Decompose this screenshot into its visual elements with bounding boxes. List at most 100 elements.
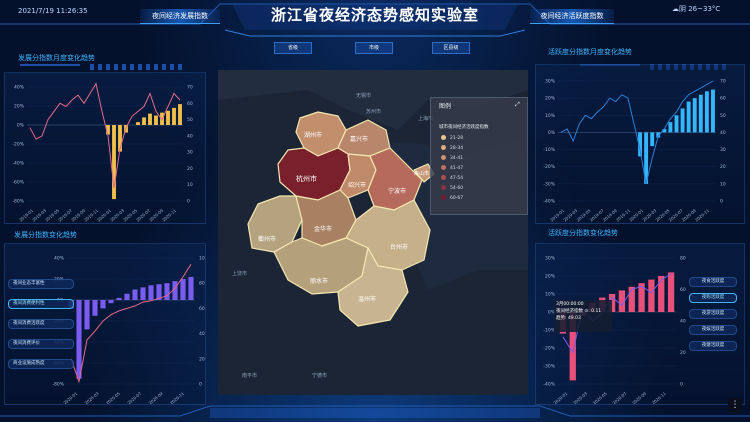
- y-tick-label: 40%: [14, 85, 25, 91]
- bar: [704, 91, 709, 133]
- legend-item: 47-54: [441, 175, 463, 182]
- y-tick-label: -40%: [543, 199, 555, 205]
- city-wenzhou[interactable]: 温州市: [358, 294, 376, 303]
- y2-tick-label: 70: [720, 79, 726, 85]
- bar: [178, 104, 182, 125]
- bar: [180, 279, 186, 300]
- bar: [628, 286, 635, 312]
- city-ningbo[interactable]: 宁波市: [388, 186, 406, 195]
- map-legend: 图例 ⤢ 城市夜间经济活跃度指数 21-28 28-34 34-41 41-47…: [430, 97, 528, 215]
- btn-consumption-activity[interactable]: 夜间消费活跃度: [8, 319, 74, 329]
- subtab-province[interactable]: 省级: [274, 42, 312, 54]
- btn-nightlife-richness[interactable]: 夜间业态丰富性: [8, 279, 74, 289]
- legend-dot-icon: [441, 165, 446, 170]
- y-tick-label: -20%: [12, 142, 24, 148]
- y-tick-label: 0%: [17, 123, 25, 129]
- bar: [84, 300, 90, 330]
- y2-tick-label: 60: [680, 287, 686, 293]
- city-lishui[interactable]: 丽水市: [310, 276, 328, 285]
- datetime: 2021/7/19 11:26:35: [18, 7, 88, 15]
- city-huzhou[interactable]: 湖州市: [304, 130, 322, 139]
- y-tick-label: -20%: [543, 346, 555, 352]
- legend-dot-icon: [441, 175, 446, 180]
- weather: ☁阴 26~33°C: [672, 4, 720, 14]
- bar: [100, 300, 106, 309]
- bar: [166, 110, 170, 125]
- y2-tick-label: 0: [187, 199, 190, 205]
- y2-tick-label: 20: [199, 356, 205, 362]
- bar: [668, 122, 673, 133]
- y-tick-label: -80%: [52, 382, 64, 388]
- bottom-decoration: [0, 405, 750, 418]
- chart-tr: 30% 20% 10% 0% -10% -20% -30% -40% 70 60 50 40 30 20 1…: [543, 79, 726, 223]
- panel-title-tr: 活跃度分指数月度变化趋势: [548, 48, 632, 56]
- x-tick-label: 2020-11: [161, 208, 177, 223]
- y-tick-label: 20%: [545, 274, 556, 280]
- y2-tick-label: 50: [187, 117, 193, 123]
- legend-subtitle: 城市夜间经济活跃度指数: [439, 125, 489, 130]
- legend-item: 60-67: [441, 195, 463, 202]
- city-taizhou[interactable]: 台州市: [390, 242, 408, 251]
- label-nanping: 南平市: [242, 373, 258, 379]
- btn-shopping-activity[interactable]: 夜购活跃度: [689, 293, 737, 303]
- y-tick-label: -10%: [543, 147, 555, 153]
- city-zhoushan[interactable]: 舟山市: [414, 170, 429, 177]
- label-shangrao: 上饶市: [232, 271, 248, 277]
- y2-tick-label: 40: [680, 319, 686, 325]
- y2-tick-label: 80: [680, 256, 686, 262]
- weather-text: 阴 26~33°C: [679, 5, 721, 13]
- btn-entertainment-activity[interactable]: 夜娱活跃度: [689, 325, 737, 335]
- btn-commercial-maturity[interactable]: 商业设施成熟度: [8, 359, 74, 369]
- y-tick-label: -20%: [543, 164, 555, 170]
- y-tick-label: 30%: [545, 79, 556, 85]
- y2-tick-label: 100: [199, 256, 205, 262]
- bar: [674, 115, 679, 133]
- y2-tick-label: 10: [720, 181, 726, 187]
- panel-top-left: 40% 20% 0% -20% -40% -60% -80% 70 60 50 40 30 20 10 0 2…: [4, 72, 206, 224]
- btn-consumption-rating[interactable]: 夜间消费评价: [8, 339, 74, 349]
- city-jinhua[interactable]: 金华市: [314, 224, 332, 233]
- y2-tick-label: 10: [187, 182, 193, 188]
- y-tick-label: 10%: [545, 292, 556, 298]
- y-tick-label: 20%: [545, 96, 556, 102]
- header: 2021/7/19 11:26:35 夜间经济发展指数 浙江省夜经济态势感知实验…: [0, 0, 750, 37]
- legend-dot-icon: [441, 135, 446, 140]
- y-tick-label: 30%: [545, 256, 556, 262]
- y2-tick-label: 40: [720, 130, 726, 136]
- y2-tick-label: 60: [199, 306, 205, 312]
- btn-consumption-convenience[interactable]: 夜间消费便利性: [8, 299, 74, 309]
- label-suzhou: 苏州市: [366, 109, 382, 115]
- bar: [692, 98, 697, 133]
- cloud-icon: ☁: [672, 5, 679, 13]
- collapse-icon[interactable]: ⤢: [515, 101, 520, 109]
- tab-development-index[interactable]: 夜间经济发展指数: [140, 9, 220, 24]
- btn-food-activity[interactable]: 夜食活跃度: [689, 277, 737, 287]
- trend-line: [29, 82, 181, 189]
- city-hangzhou[interactable]: 杭州市: [296, 174, 317, 184]
- bar: [136, 122, 140, 125]
- bar: [148, 113, 152, 125]
- y-tick-label: 20%: [14, 104, 25, 110]
- panel-title-bl: 发展分指数变化趋势: [14, 231, 77, 239]
- bar: [172, 107, 176, 125]
- label-wuxi: 无锡市: [356, 93, 372, 99]
- legend-item: 54-60: [441, 185, 463, 192]
- bar: [76, 300, 82, 379]
- tab-activity-index[interactable]: 夜间经济活跃度指数: [530, 9, 614, 24]
- panel-top-right: 30% 20% 10% 0% -10% -20% -30% -40% 70 60 50 40 30 20 1…: [535, 64, 745, 224]
- bar: [188, 276, 194, 300]
- subtab-county[interactable]: 区县级: [432, 42, 470, 54]
- btn-tour-activity[interactable]: 夜游活跃度: [689, 309, 737, 319]
- city-quzhou[interactable]: 衢州市: [258, 234, 276, 243]
- city-jiaxing[interactable]: 嘉兴市: [350, 134, 368, 143]
- panel-title-tl: 发展分指数月度变化趋势: [18, 54, 95, 62]
- city-shaoxing[interactable]: 绍兴市: [348, 180, 366, 189]
- bar: [92, 300, 98, 316]
- y2-tick-label: 40: [187, 133, 193, 139]
- y-tick-label: -30%: [543, 181, 555, 187]
- btn-fitness-activity[interactable]: 夜健活跃度: [689, 341, 737, 351]
- chart-tooltip: 3月00:00:00 夜间经济指数 ⊙: 0.11 趋势: 49.03: [554, 300, 612, 332]
- subtab-city[interactable]: 市级: [355, 42, 393, 54]
- panel-title-br: 活跃度分指数变化趋势: [548, 229, 618, 237]
- more-options-icon[interactable]: ⋮: [728, 398, 742, 412]
